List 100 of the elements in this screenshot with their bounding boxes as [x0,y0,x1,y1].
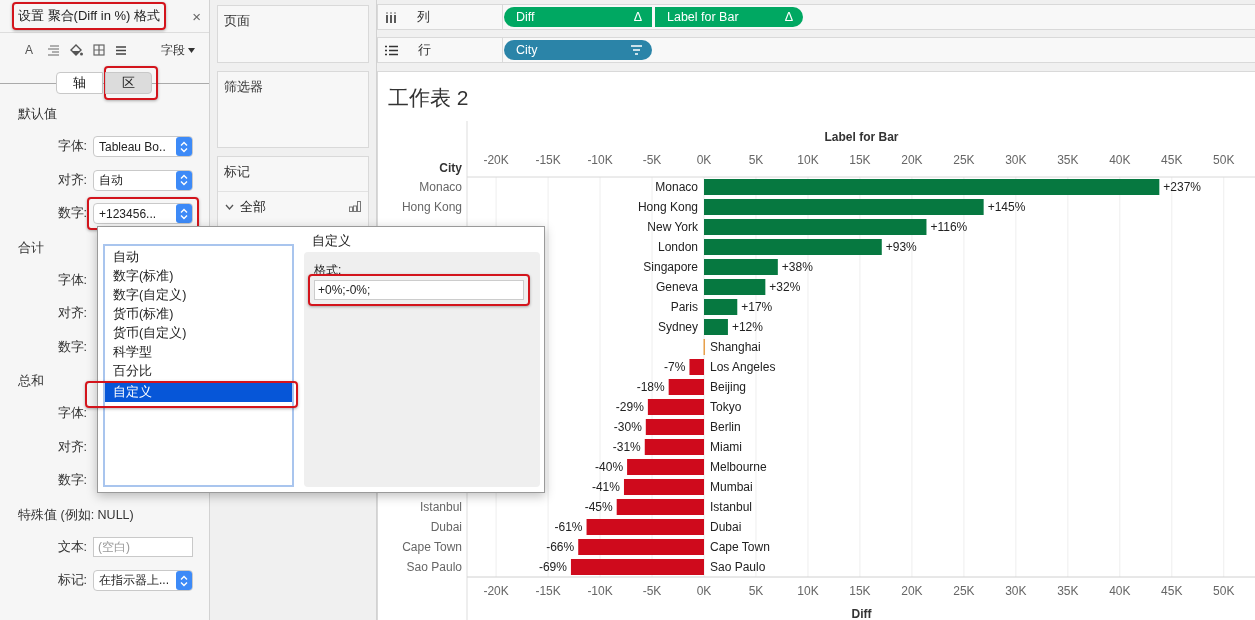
bar-category-label: Mumbai [710,480,753,494]
bar-category-label: New York [647,220,698,234]
lines-icon[interactable] [115,44,127,56]
axis-tick-label: -20K [483,153,509,167]
tab[interactable]: 区 [105,72,152,94]
bar-percent-label: +38% [781,260,813,274]
axis-tick-label: -10K [587,153,613,167]
axis-tick-label: 0K [696,153,712,167]
axis-tick-label: 50K [1213,153,1235,167]
bar-category-label: Sao Paulo [710,560,766,574]
panel-title: 设置 聚合(Diff in %) 格式 [18,8,161,24]
dropdown[interactable]: +123456... [93,203,193,225]
axis-tick-label: -5K [642,153,662,167]
bar-percent-label: -41% [591,480,620,494]
bar-category-label: Geneva [656,280,698,294]
list-icon [385,44,398,56]
axis-tick-label: 45K [1161,584,1183,598]
worksheet-title: 工作表 2 [388,84,469,111]
axis-tick-label: 5K [748,153,764,167]
shelf-label: 列 [417,8,430,26]
bar-category-label: Cape Town [710,540,770,554]
stepper-icon [180,207,188,220]
axis-tick-label: 30K [1005,584,1027,598]
dropdown[interactable]: 在指示器上... [93,570,193,592]
axis-tick-label: 10K [797,153,819,167]
axis-tick-label: 25K [953,153,975,167]
chevron-icon [225,203,234,210]
row-label: Monaco [419,180,462,194]
bar [645,419,704,435]
stepper-icon [180,140,188,153]
field-label: 对齐: [56,305,88,323]
bar-category-label: Miami [710,440,742,454]
card-title: 标记 [223,164,251,181]
axis-tick-label: 20K [901,584,923,598]
axis-tick-label: 50K [1213,584,1235,598]
bar-percent-label: -31% [612,440,641,454]
bar-category-label: Sydney [658,320,698,334]
bar-category-label: Tokyo [710,400,742,414]
bar-percent-label: -45% [584,500,613,514]
row-label: Dubai [430,520,462,534]
format-field[interactable]: +0%;-0%; [314,280,524,300]
bar-percent-label: -66% [546,540,575,554]
section-heading: 总和 [18,373,44,390]
bar-percent-label: -69% [538,560,567,574]
bar-chart-icon [349,201,361,212]
bar-category-label: Hong Kong [637,200,698,214]
caret-icon [188,47,195,53]
columns-icon [385,11,397,23]
row-label: Hong Kong [401,200,462,214]
bar [689,359,704,375]
axis-tick-label: 10K [797,584,819,598]
list-item[interactable]: 自定义 [105,383,292,402]
borders-icon[interactable] [93,44,105,56]
tab[interactable]: 轴 [56,72,103,94]
axis-title: Diff [851,607,872,620]
axis-tick-label: -15K [535,584,561,598]
bar-category-label: London [657,240,698,254]
bar [644,439,704,455]
field-menu[interactable]: 字段 [161,41,195,59]
dropdown[interactable]: Tableau Bo.. [93,136,193,158]
font-icon[interactable]: A [25,43,37,57]
axis-tick-label: 40K [1109,584,1131,598]
bar-category-label: Monaco [655,180,698,194]
field-label: 字体: [56,271,88,289]
field-pill[interactable]: City [504,40,652,60]
section-heading: 默认值 [18,106,57,123]
bar-percent-label: +32% [769,280,801,294]
bar-category-label: Berlin [710,420,741,434]
dropdown[interactable]: 自动 [93,169,193,191]
field-label: 字体: [56,405,88,423]
bar [704,319,728,335]
bar [704,279,766,295]
row-label: Cape Town [402,540,462,554]
axis-tick-label: -20K [483,584,509,598]
close-button[interactable]: × [192,7,201,25]
bar-category-label: Paris [670,300,698,314]
axis-tick-label: 25K [953,584,975,598]
bar [668,379,704,395]
shelf-label: 行 [418,41,431,59]
bar-percent-label: -61% [554,520,583,534]
card-title: 页面 [223,13,251,30]
text-field[interactable]: (空白) [93,537,193,558]
axis-tick-label: -15K [535,153,561,167]
bar-percent-label: +145% [987,200,1026,214]
axis-tick-label: 30K [1005,153,1027,167]
paint-bucket-icon[interactable] [69,43,83,57]
bar-percent-label: -30% [613,420,642,434]
axis-tick-label: 35K [1057,584,1079,598]
bar-category-label: Melbourne [710,460,767,474]
axis-tick-label: 0K [696,584,712,598]
section-heading: 合计 [18,239,44,257]
bar-percent-label: -29% [615,400,644,414]
stepper-icon [180,574,188,587]
field-label: 字体: [56,138,88,156]
bar-percent-label: +12% [731,320,763,334]
column-header: City [439,161,462,175]
bar-category-label: Istanbul [710,500,753,514]
section-heading: 特殊值 (例如: NULL) [18,506,134,524]
field-label: 数字: [56,472,88,490]
field-label: 标记: [56,572,88,590]
